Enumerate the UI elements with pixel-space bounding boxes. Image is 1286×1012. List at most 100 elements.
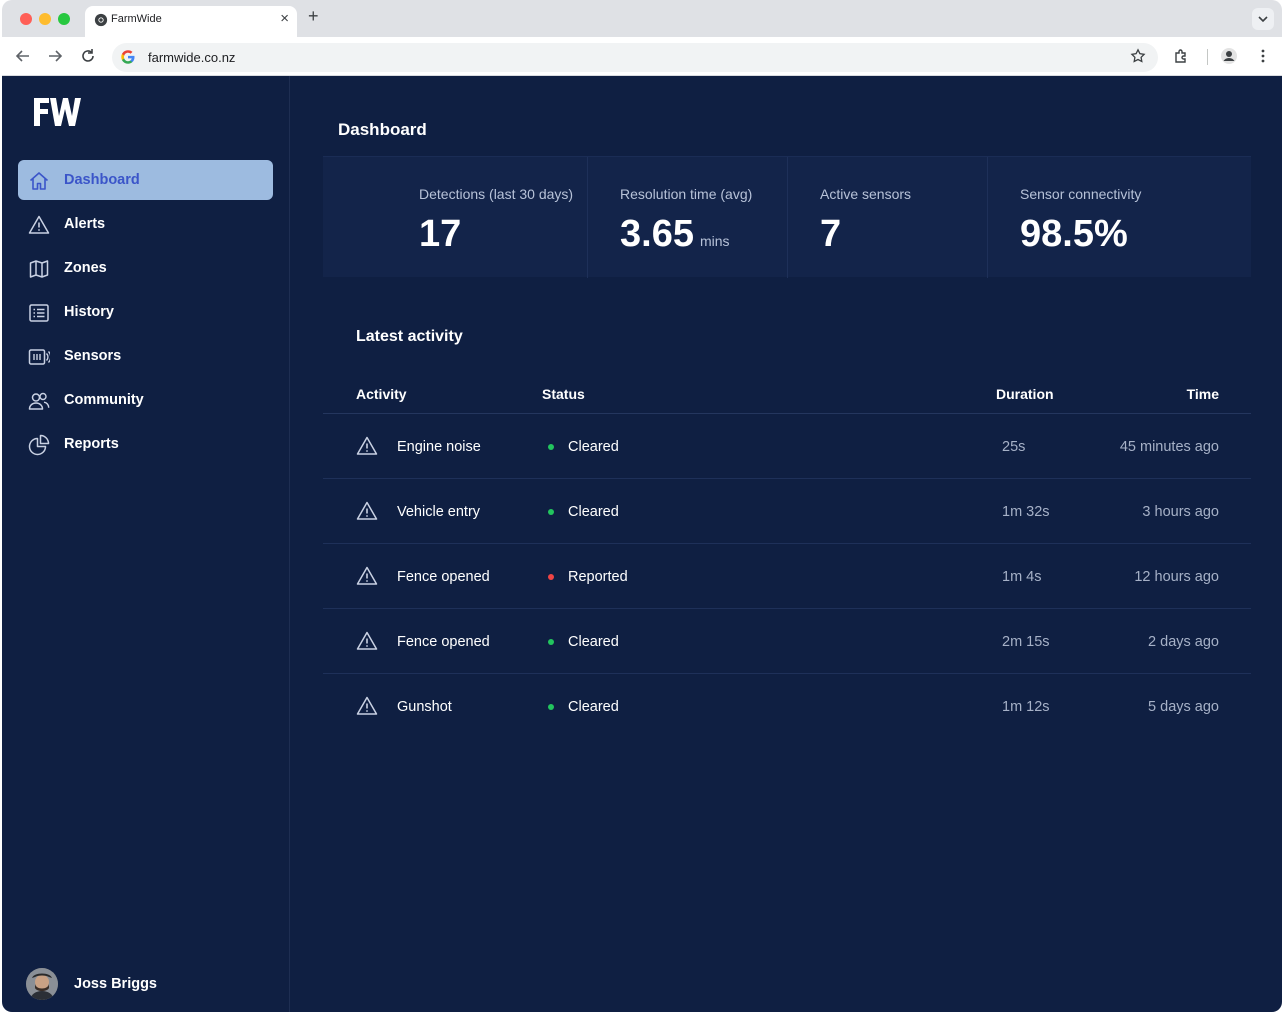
forward-arrow-icon[interactable] (46, 47, 64, 65)
home-icon (29, 172, 49, 190)
sidebar-item-label: History (64, 304, 114, 320)
warning-icon (356, 696, 378, 715)
stat-label: Active sensors (820, 186, 912, 202)
stat-resolution-time: Resolution time (avg) 3.65 mins (587, 157, 787, 278)
status-dot (548, 444, 554, 450)
activity-table: Activity Status Duration Time Engine noi… (323, 372, 1251, 739)
status-dot (548, 639, 554, 645)
column-header-activity[interactable]: Activity (356, 386, 407, 402)
browser-window: FarmWide × + farmwide.co.nz Dashboard Al… (2, 0, 1282, 1012)
duration-text: 25s (1002, 439, 1026, 455)
tab-close-icon[interactable]: × (280, 10, 289, 27)
table-row[interactable]: Engine noise Cleared 25s 45 minutes ago (323, 414, 1251, 479)
stat-value: 98.5% (1020, 213, 1128, 256)
time-text: 45 minutes ago (1119, 439, 1219, 455)
table-header: Activity Status Duration Time (323, 372, 1251, 414)
page-title: Dashboard (338, 120, 427, 139)
tab-bar: FarmWide × + (2, 0, 1282, 37)
table-row[interactable]: Vehicle entry Cleared 1m 32s 3 hours ago (323, 479, 1251, 544)
status-dot (548, 574, 554, 580)
main-content: Dashboard Detections (last 30 days) 17 R… (291, 76, 1282, 1012)
bookmark-star-icon[interactable] (1130, 48, 1146, 64)
time-text: 3 hours ago (1142, 504, 1219, 520)
activity-name: Fence opened (397, 569, 490, 585)
list-icon (29, 304, 49, 322)
time-text: 12 hours ago (1134, 569, 1219, 585)
stat-number: 17 (419, 213, 462, 255)
chevron-down-icon (1258, 16, 1268, 23)
column-header-duration[interactable]: Duration (996, 386, 1054, 402)
sidebar-item-label: Community (64, 392, 144, 408)
sidebar-item-label: Sensors (64, 348, 122, 364)
reload-icon[interactable] (79, 47, 97, 65)
stat-label: Sensor connectivity (1020, 186, 1142, 202)
sidebar-item-label: Dashboard (64, 172, 140, 188)
minimize-window-button[interactable] (39, 13, 51, 25)
activity-name: Vehicle entry (397, 504, 481, 520)
stat-number: 98.5% (1020, 213, 1128, 255)
status-text: Cleared (568, 439, 619, 455)
chrome-favicon-icon (94, 13, 108, 27)
toolbar-divider (1207, 49, 1208, 65)
browser-tab[interactable]: FarmWide × (85, 6, 297, 37)
duration-text: 1m 32s (1002, 504, 1050, 520)
sidebar-item-history[interactable]: History (18, 292, 273, 332)
time-text: 2 days ago (1148, 634, 1219, 650)
sidebar-item-label: Zones (64, 260, 107, 276)
users-icon (28, 392, 50, 410)
sidebar-item-community[interactable]: Community (18, 380, 273, 420)
column-header-status[interactable]: Status (542, 386, 585, 402)
tab-search-button[interactable] (1252, 8, 1274, 30)
extensions-icon[interactable] (1172, 47, 1190, 65)
new-tab-button[interactable]: + (308, 6, 319, 27)
warning-icon (356, 501, 378, 520)
sensor-icon (28, 349, 50, 365)
warning-icon (356, 631, 378, 650)
activity-name: Fence opened (397, 634, 490, 650)
tab-title: FarmWide (111, 13, 162, 25)
status-text: Reported (568, 569, 628, 585)
table-row[interactable]: Fence opened Reported 1m 4s 12 hours ago (323, 544, 1251, 609)
stat-number: 3.65 (620, 213, 694, 255)
stats-panel: Detections (last 30 days) 17 Resolution … (323, 156, 1251, 278)
column-header-time[interactable]: Time (1187, 386, 1219, 402)
pie-chart-icon (28, 434, 50, 456)
back-arrow-icon[interactable] (14, 47, 32, 65)
table-row[interactable]: Fence opened Cleared 2m 15s 2 days ago (323, 609, 1251, 674)
profile-icon[interactable] (1220, 47, 1238, 65)
url-text: farmwide.co.nz (148, 50, 236, 65)
status-dot (548, 704, 554, 710)
more-menu-icon[interactable] (1254, 47, 1272, 65)
avatar (26, 968, 58, 1000)
stat-unit: mins (699, 233, 730, 249)
stat-number: 7 (820, 213, 842, 255)
stat-detections: Detections (last 30 days) 17 (323, 157, 587, 278)
activity-name: Engine noise (397, 439, 481, 455)
address-bar[interactable]: farmwide.co.nz (112, 43, 1158, 72)
latest-activity-title: Latest activity (356, 328, 463, 345)
sidebar-item-label: Alerts (64, 216, 106, 232)
farmwide-logo[interactable] (32, 96, 88, 128)
stat-active-sensors: Active sensors 7 (787, 157, 987, 278)
status-dot (548, 509, 554, 515)
farmwide-logo-mark (34, 98, 81, 126)
browser-toolbar: farmwide.co.nz (2, 37, 1282, 76)
warning-icon (28, 215, 50, 234)
activity-name: Gunshot (397, 699, 452, 715)
duration-text: 1m 12s (1002, 699, 1050, 715)
avatar-image (26, 968, 58, 1000)
sidebar-item-zones[interactable]: Zones (18, 248, 273, 288)
sidebar-item-dashboard[interactable]: Dashboard (18, 160, 273, 200)
sidebar-item-sensors[interactable]: Sensors (18, 336, 273, 376)
stat-value: 7 (820, 213, 841, 256)
stat-value: 3.65 mins (620, 213, 730, 256)
close-window-button[interactable] (20, 13, 32, 25)
status-text: Cleared (568, 504, 619, 520)
map-icon (29, 260, 49, 278)
sidebar-item-alerts[interactable]: Alerts (18, 204, 273, 244)
sidebar-item-reports[interactable]: Reports (18, 424, 273, 464)
sidebar: Dashboard Alerts Zones History Sensors C… (2, 76, 290, 1012)
maximize-window-button[interactable] (58, 13, 70, 25)
table-row[interactable]: Gunshot Cleared 1m 12s 5 days ago (323, 674, 1251, 739)
stat-value: 17 (419, 213, 461, 256)
